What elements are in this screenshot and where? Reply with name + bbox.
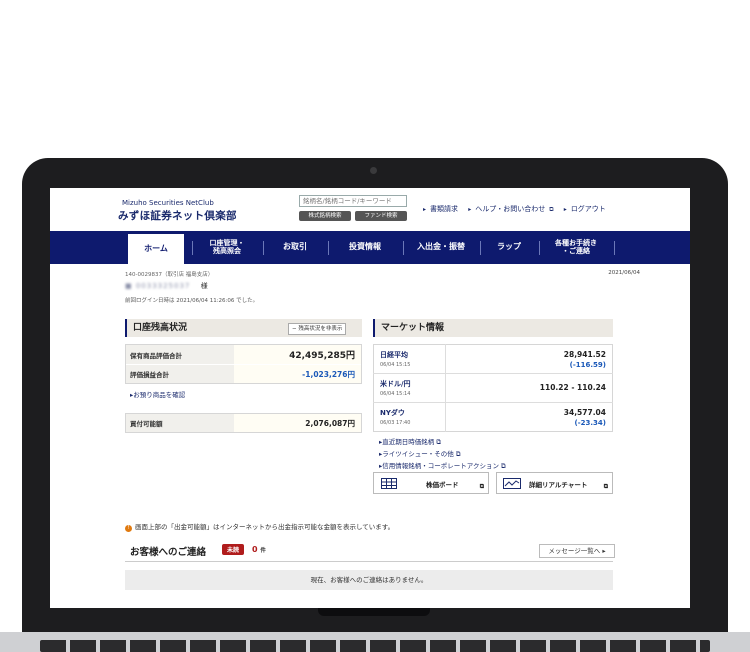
market-divider (445, 344, 446, 432)
external-window-icon: ⧉ (501, 462, 506, 470)
check-holdings-label: お預り商品を確認 (133, 391, 186, 399)
market-change-nikkei: (-116.59) (569, 361, 606, 369)
market-time-usdjpy: 06/04 15:14 (380, 391, 411, 397)
valuation-total-value: 42,495,285円 (234, 345, 361, 364)
unread-count-value: 0 (252, 545, 258, 554)
chevron-right-icon: ▸ (423, 206, 427, 213)
help-link[interactable]: ▸ ヘルプ・お問い合わせ ⧉ (468, 205, 557, 213)
documents-label: 書類請求 (430, 205, 459, 213)
market-link-2[interactable]: ▸信用情報銘柄・コーポレートアクション ⧉ (379, 460, 506, 471)
unrealized-pl-value: -1,023,276円 (234, 365, 361, 383)
market-value-nikkei: 28,941.52 (563, 350, 606, 359)
stock-search-button[interactable]: 株式銘柄検索 (299, 211, 351, 221)
nav-deposit[interactable]: 入出金・振替 (406, 231, 476, 264)
market-label-nydow[interactable]: NYダウ (380, 408, 405, 418)
market-label-usdjpy[interactable]: 米ドル/円 (380, 379, 411, 389)
nav-divider (614, 241, 615, 255)
hide-balance-label: 残高状況を非表示 (298, 326, 343, 332)
nav-divider (263, 241, 264, 255)
site-header: Mizuho Securities NetClub みずほ証券ネット倶楽部 株式… (50, 188, 690, 231)
market-link-0[interactable]: ▸直近期日時価銘柄 ⧉ (379, 436, 441, 447)
logout-label: ログアウト (570, 205, 606, 213)
external-window-icon: ⧉ (455, 450, 461, 458)
last-login: 前回ログイン日時は 2021/06/04 11:26:06 でした。 (125, 298, 259, 304)
buying-power-label: 買付可能額 (126, 414, 234, 432)
contact-title: お客様へのご連絡 (130, 547, 207, 558)
realtime-chart-button[interactable]: 詳細リアルチャート ⧉ (496, 472, 613, 494)
search-input[interactable] (299, 195, 407, 207)
account-name-masked: ■ 0033325037 (125, 282, 191, 290)
fund-search-button[interactable]: ファンド検索 (355, 211, 407, 221)
market-value-usdjpy: 110.22 - 110.24 (539, 383, 606, 392)
line-chart-icon (503, 478, 521, 489)
market-link-1-label: ライツイシュー・その他 (382, 450, 454, 458)
nav-wrap[interactable]: ラップ (483, 231, 535, 264)
account-id: 140-0029837（取引店 福島支店） (125, 272, 214, 278)
nav-trade[interactable]: お取引 (266, 231, 324, 264)
info-icon: ! (125, 525, 132, 532)
hide-balance-button[interactable]: − 残高状況を非表示 (288, 323, 347, 335)
nav-divider (328, 241, 329, 255)
nav-investment-info[interactable]: 投資情報 (331, 231, 399, 264)
documents-link[interactable]: ▸ 書類請求 (423, 205, 462, 213)
minus-icon: − (292, 326, 297, 332)
stock-board-button[interactable]: 株価ボード ⧉ (373, 472, 489, 494)
board-grid-icon (381, 478, 397, 489)
message-list-button[interactable]: メッセージ一覧へ ▸ (539, 544, 615, 558)
market-time-nydow: 06/03 17:40 (380, 420, 411, 426)
chevron-right-icon: ▸ (602, 547, 606, 555)
nav-home[interactable]: ホーム (128, 234, 184, 264)
nav-divider (480, 241, 481, 255)
logo-en: Mizuho Securities NetClub (122, 199, 214, 207)
stock-board-label: 株価ボード (426, 481, 459, 489)
nav-divider (403, 241, 404, 255)
market-change-nydow: (-23.34) (574, 419, 606, 427)
check-holdings-link[interactable]: ▸お預り商品を確認 (130, 389, 185, 399)
header-links: ▸ 書類請求 ▸ ヘルプ・お問い合わせ ⧉ ▸ ログアウト (423, 204, 614, 214)
unread-badge: 未読 (222, 544, 245, 555)
keyboard-keys (40, 640, 710, 652)
market-value-nydow: 34,577.04 (563, 408, 606, 417)
withdrawal-note: ! 画面上部の「出金可能額」はインターネットから出金指示可能な金額を表示しています… (125, 521, 394, 532)
market-link-1[interactable]: ▸ライツイシュー・その他 ⧉ (379, 448, 461, 459)
external-window-icon: ⧉ (603, 483, 608, 490)
market-title: マーケット情報 (373, 319, 613, 337)
market-row-divider (373, 402, 613, 403)
nav-procedures[interactable]: 各種お手続き ・ご連絡 (542, 231, 610, 264)
external-window-icon: ⧉ (549, 206, 554, 213)
contact-divider (125, 561, 613, 562)
market-title-text: マーケット情報 (381, 323, 445, 333)
unrealized-pl-label: 評価損益合計 (126, 365, 234, 383)
webcam (370, 167, 377, 174)
nav-divider (539, 241, 540, 255)
market-time-nikkei: 06/04 15:15 (380, 362, 411, 368)
market-link-0-label: 直近期日時価銘柄 (382, 438, 435, 446)
external-window-icon: ⧉ (436, 438, 441, 446)
chevron-right-icon: ▸ (468, 206, 472, 213)
balance-title-text: 口座残高状況 (133, 323, 188, 333)
market-label-nikkei[interactable]: 日経平均 (380, 350, 408, 360)
market-row-divider (373, 373, 613, 374)
logout-link[interactable]: ▸ ログアウト (564, 205, 610, 213)
market-link-2-label: 信用情報銘柄・コーポレートアクション (382, 462, 499, 470)
withdrawal-note-text: 画面上部の「出金可能額」はインターネットから出金指示可能な金額を表示しています。 (135, 523, 395, 531)
no-messages: 現在、お客様へのご連絡はありません。 (125, 570, 613, 590)
unread-unit: 件 (260, 548, 266, 554)
realtime-chart-label: 詳細リアルチャート (529, 481, 588, 489)
unread-count: 0 件 (252, 545, 266, 554)
external-window-icon: ⧉ (479, 483, 484, 490)
chevron-right-icon: ▸ (563, 206, 567, 213)
message-list-label: メッセージ一覧へ (548, 547, 601, 555)
current-date: 2021/06/04 (608, 270, 640, 276)
buying-power-value: 2,076,087円 (234, 414, 361, 432)
logo-jp[interactable]: みずほ証券ネット倶楽部 (118, 208, 237, 223)
main-nav: ホーム 口座管理・ 残高照会 お取引 投資情報 入出金・振替 ラップ 各種お手続… (50, 231, 690, 264)
help-label: ヘルプ・お問い合わせ (475, 205, 546, 213)
nav-account[interactable]: 口座管理・ 残高照会 (195, 231, 259, 264)
valuation-total-label: 保有商品評価合計 (126, 345, 234, 364)
honorific: 様 (200, 282, 208, 290)
nav-divider (192, 241, 193, 255)
account-name: ■ 0033325037 様 (125, 281, 208, 291)
screen: Mizuho Securities NetClub みずほ証券ネット倶楽部 株式… (50, 188, 690, 608)
